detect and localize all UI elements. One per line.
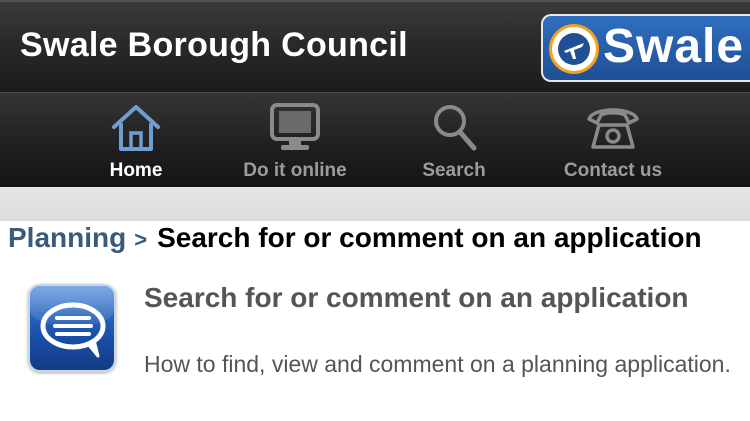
app-header: Swale Borough Council Swale <box>0 0 750 92</box>
list-item-search-application[interactable]: Search for or comment on an application … <box>0 270 750 421</box>
app-title: Swale Borough Council <box>20 26 408 64</box>
monitor-icon <box>270 103 320 150</box>
logo-text: Swale <box>603 20 745 73</box>
tab-do-it-online[interactable]: Do it online <box>226 93 364 188</box>
tab-home-label: Home <box>109 160 163 181</box>
tab-search[interactable]: Search <box>396 93 512 188</box>
speech-bubble-icon <box>28 284 116 372</box>
item-title: Search for or comment on an application <box>144 282 689 313</box>
home-icon <box>112 105 160 151</box>
swale-logo[interactable]: Swale <box>541 14 750 82</box>
tab-search-label: Search <box>422 160 486 181</box>
phone-icon <box>587 108 639 149</box>
breadcrumb-current: Search for or comment on an application <box>157 222 702 253</box>
search-icon <box>434 105 477 151</box>
divider-strip <box>0 187 750 221</box>
tab-contact-us[interactable]: Contact us <box>546 93 680 188</box>
breadcrumb-separator: > <box>134 227 148 252</box>
tab-contact-us-label: Contact us <box>563 160 663 181</box>
tab-home[interactable]: Home <box>78 93 194 188</box>
airplane-icon <box>549 24 599 74</box>
tab-do-it-online-label: Do it online <box>243 160 347 181</box>
item-description: How to find, view and comment on a plann… <box>144 351 731 377</box>
breadcrumb: Planning > Search for or comment on an app… <box>8 222 702 262</box>
tab-bar: Home Do it online Search Contact us <box>0 92 750 187</box>
breadcrumb-planning-link[interactable]: Planning <box>8 222 126 253</box>
